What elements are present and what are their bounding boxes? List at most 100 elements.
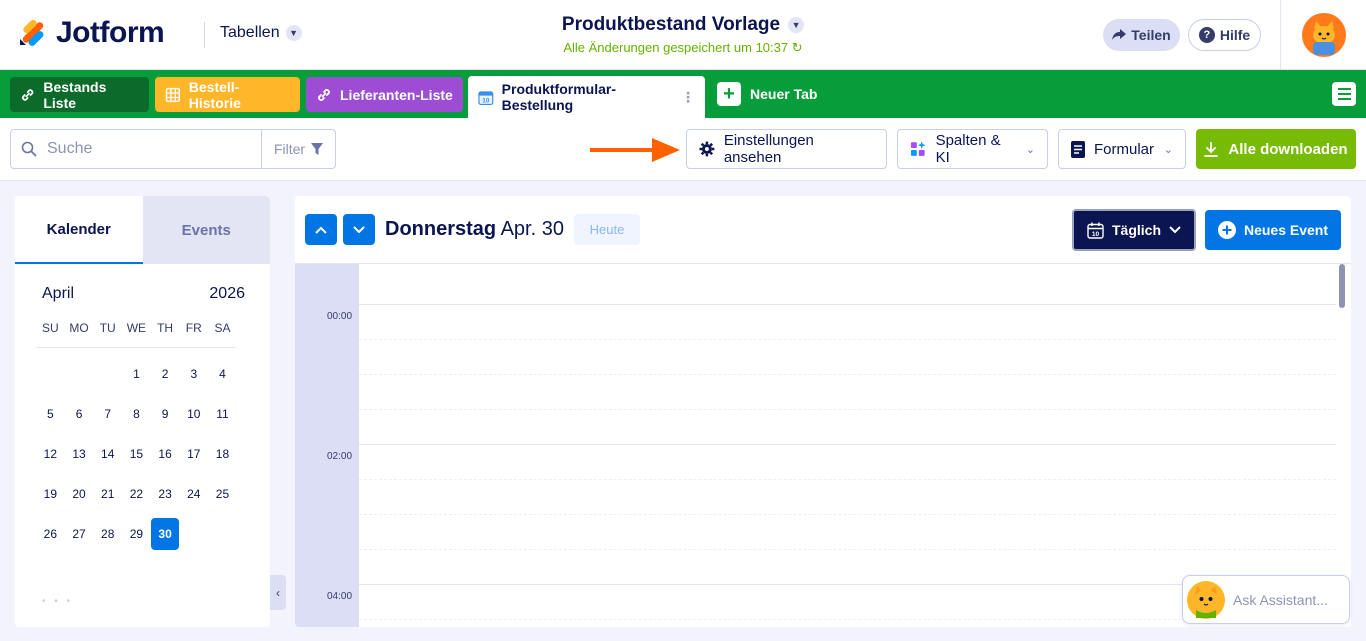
header-divider-right <box>1280 0 1281 70</box>
half-hour-line <box>359 409 1336 410</box>
search-icon <box>11 141 47 157</box>
download-all-button[interactable]: Alle downloaden <box>1196 129 1356 169</box>
tab-bestands-liste[interactable]: Bestands Liste <box>10 77 149 112</box>
calendar-day[interactable]: 2 <box>151 367 180 381</box>
kebab-menu-icon[interactable]: ⋮ <box>681 89 695 106</box>
previous-day-button[interactable] <box>305 214 337 245</box>
tab-lieferanten-liste[interactable]: Lieferanten-Liste <box>306 77 463 112</box>
calendar-day-selected[interactable]: 30 <box>150 518 180 550</box>
form-label: Formular <box>1094 140 1155 158</box>
scrollbar-thumb[interactable] <box>1339 264 1345 308</box>
weekday-label: MO <box>69 321 89 335</box>
new-tab-button[interactable]: + Neuer Tab <box>717 82 817 106</box>
calendar-day[interactable]: 25 <box>208 487 237 501</box>
calendar-day[interactable]: 11 <box>208 407 237 421</box>
today-button[interactable]: Heute <box>574 214 640 245</box>
download-all-label: Alle downloaden <box>1228 140 1348 158</box>
half-hour-line <box>359 549 1336 550</box>
hour-line <box>359 304 1336 305</box>
tables-label: Tabellen <box>220 24 280 41</box>
calendar-week-row: 26 27 28 29 30 <box>36 514 270 554</box>
tab-events[interactable]: Events <box>142 196 270 264</box>
calendar-day[interactable]: 13 <box>65 447 94 461</box>
calendar-day[interactable]: 4 <box>208 367 237 381</box>
time-grid[interactable]: 00:00 02:00 04:00 <box>295 263 1351 627</box>
calendar-day[interactable]: 19 <box>36 487 65 501</box>
cat-avatar-icon <box>1304 15 1344 55</box>
calendar-day[interactable]: 27 <box>65 527 94 541</box>
columns-ai-label: Spalten & KI <box>935 132 1001 166</box>
avatar[interactable] <box>1302 13 1346 57</box>
calendar-day[interactable]: 6 <box>65 407 94 421</box>
new-event-button[interactable]: Neues Event <box>1205 210 1341 250</box>
calendar-day[interactable]: 23 <box>151 487 180 501</box>
calendar-day[interactable]: 3 <box>179 367 208 381</box>
assistant-cat-icon <box>1187 580 1225 619</box>
next-day-button[interactable] <box>343 214 375 245</box>
calendar-day[interactable]: 28 <box>93 527 122 541</box>
month-year-header: April 2026 <box>15 285 270 303</box>
tab-calendar[interactable]: Kalender <box>15 196 143 264</box>
share-button[interactable]: Teilen <box>1103 19 1180 51</box>
hamburger-menu-button[interactable] <box>1332 82 1356 106</box>
calendar-day[interactable]: 24 <box>179 487 208 501</box>
tab-produktformular-bestellung[interactable]: 10 Produktformular-Bestellung ⋮ <box>468 76 705 118</box>
form-document-icon <box>1071 140 1085 158</box>
table-grid-icon <box>165 87 181 102</box>
calendar-icon: 10 <box>1087 222 1104 239</box>
calendar-day[interactable]: 9 <box>151 407 180 421</box>
calendar-week-row: 12 13 14 15 16 17 18 <box>36 434 270 474</box>
calendar-day[interactable]: 26 <box>36 527 65 541</box>
calendar-day[interactable]: 8 <box>122 407 151 421</box>
jotform-logo[interactable]: Jotform <box>18 16 165 50</box>
calendar-day[interactable]: 12 <box>36 447 65 461</box>
title-block: Produktbestand Vorlage ▼ Alle Änderungen… <box>483 14 883 56</box>
calendar-day[interactable]: 14 <box>93 447 122 461</box>
page-title-dropdown[interactable]: Produktbestand Vorlage ▼ <box>562 14 805 36</box>
calendar-day[interactable]: 20 <box>65 487 94 501</box>
filter-button[interactable]: Filter <box>261 130 335 168</box>
weekday-label: FR <box>185 321 202 335</box>
help-button[interactable]: ? Hilfe <box>1188 19 1261 51</box>
help-label: Hilfe <box>1219 27 1251 43</box>
tab-bestell-historie[interactable]: Bestell-Historie <box>155 77 300 112</box>
calendar-day[interactable]: 7 <box>93 407 122 421</box>
weekday-label: WE <box>126 321 147 335</box>
calendar-day[interactable]: 21 <box>93 487 122 501</box>
calendar-day[interactable]: 22 <box>122 487 151 501</box>
calendar-week-row: 5 6 7 8 9 10 11 <box>36 394 270 434</box>
new-event-label: Neues Event <box>1243 222 1329 238</box>
calendar-day[interactable]: 18 <box>208 447 237 461</box>
calendar-day[interactable]: 1 <box>122 367 151 381</box>
half-hour-line <box>359 339 1336 340</box>
tables-dropdown[interactable]: Tabellen ▼ <box>220 24 302 42</box>
calendar-day[interactable]: 17 <box>179 447 208 461</box>
chevron-down-icon <box>353 225 365 233</box>
collapse-panel-button[interactable]: ‹ <box>270 575 286 610</box>
calendar-day[interactable]: 15 <box>122 447 151 461</box>
columns-ai-dropdown[interactable]: Spalten & KI ⌄ <box>897 129 1048 169</box>
save-status-text: Alle Änderungen gespeichert um 10:37 <box>563 40 789 55</box>
calendar-day[interactable]: 10 <box>179 407 208 421</box>
tab-label: Lieferanten-Liste <box>340 86 453 103</box>
logo-text: Jotform <box>56 16 165 49</box>
chevron-down-icon <box>1169 226 1181 234</box>
form-dropdown[interactable]: Formular ⌄ <box>1058 129 1186 169</box>
annotation-arrow-icon <box>590 138 680 162</box>
assistant-label: Ask Assistant... <box>1233 591 1328 608</box>
refresh-icon: ↻ <box>791 40 803 55</box>
view-mode-dropdown[interactable]: 10 Täglich <box>1072 209 1196 251</box>
header-divider <box>204 22 205 48</box>
more-dots-icon: • • • <box>42 596 74 607</box>
tab-label: Bestands Liste <box>43 78 107 111</box>
jotform-logo-icon <box>20 19 44 46</box>
hamburger-line <box>1337 88 1351 90</box>
calendar-day[interactable]: 5 <box>36 407 65 421</box>
calendar-icon: 10 <box>478 90 494 105</box>
calendar-day[interactable]: 29 <box>122 527 151 541</box>
ask-assistant-button[interactable]: Ask Assistant... <box>1182 575 1350 624</box>
search-input[interactable] <box>47 140 261 158</box>
view-settings-button[interactable]: Einstellungen ansehen <box>686 129 887 169</box>
calendar-day[interactable]: 16 <box>151 447 180 461</box>
day-view-calendar: Donnerstag Apr. 30 Heute 10 Täglich Neue… <box>295 196 1351 627</box>
